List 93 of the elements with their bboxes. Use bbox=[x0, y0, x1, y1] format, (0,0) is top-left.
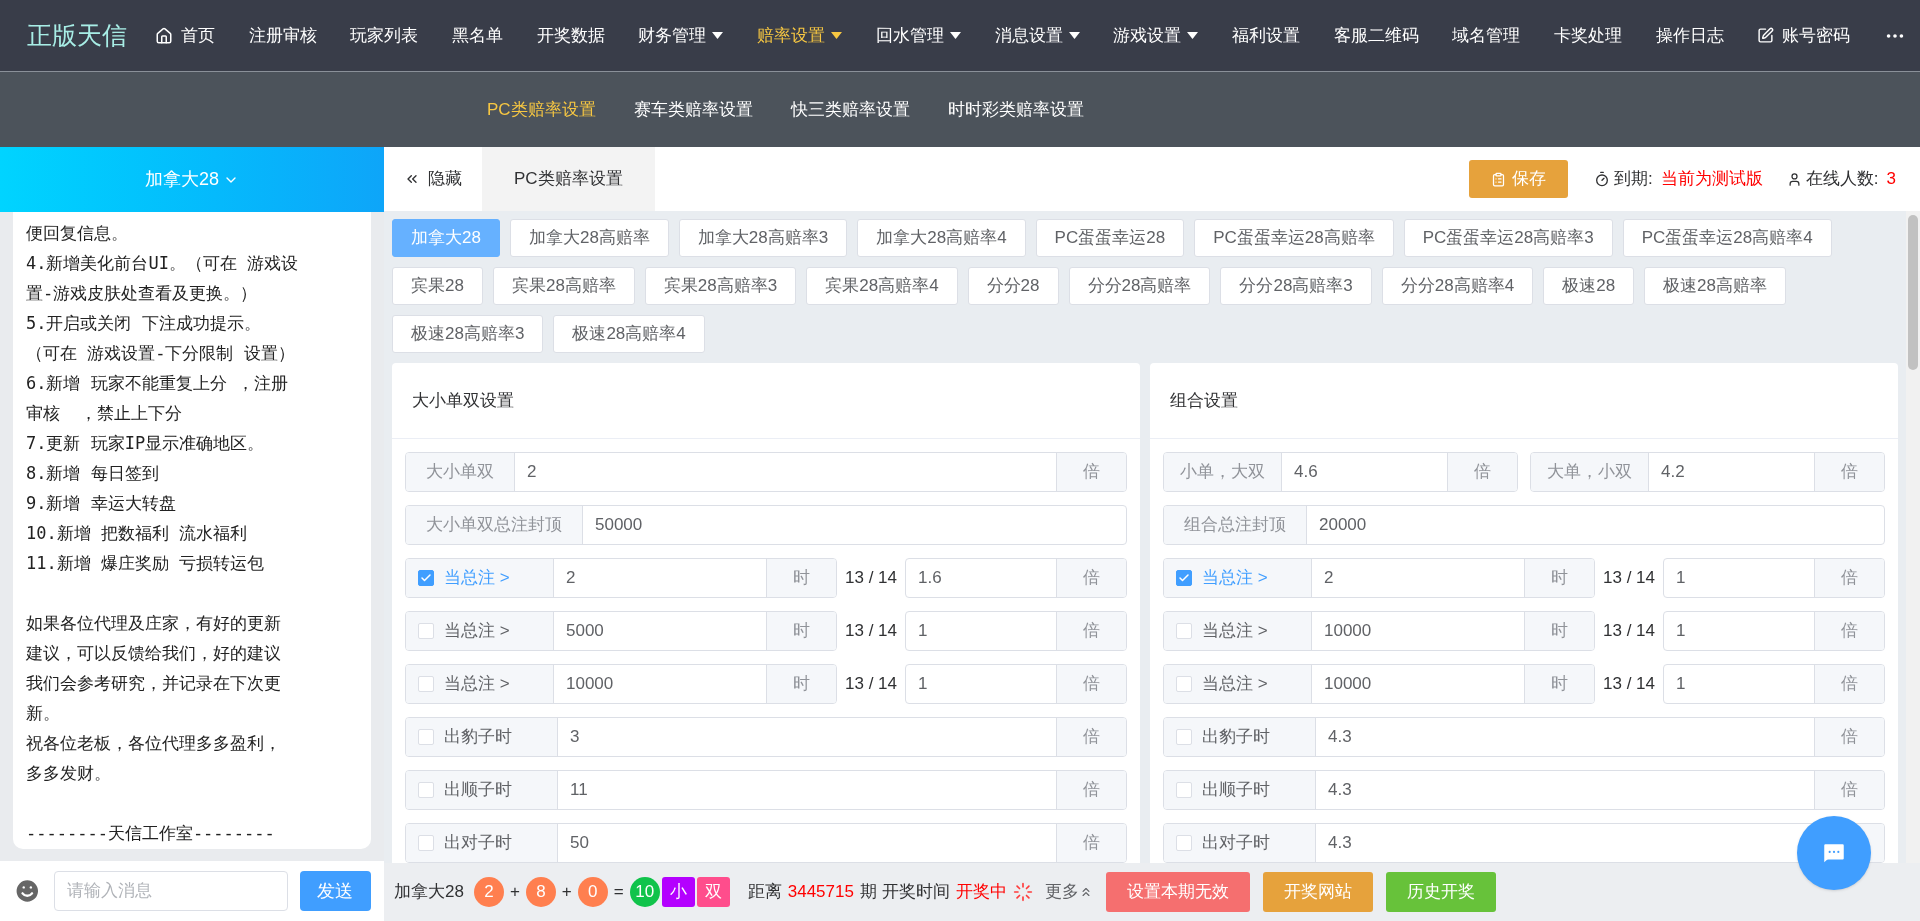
edit-icon bbox=[1757, 27, 1775, 44]
draw-time-label: 期 开奖时间 bbox=[859, 881, 950, 904]
spinner-icon bbox=[1012, 882, 1033, 902]
online-label: 在线人数: bbox=[1805, 168, 1879, 191]
nav-item[interactable]: 福利设置 bbox=[1231, 22, 1300, 49]
game-chip[interactable]: 宾果28高赔率 bbox=[492, 267, 635, 305]
notice-line: --------天信工作室-------- bbox=[26, 822, 276, 845]
ratio-text: 13 / 14 bbox=[844, 620, 898, 643]
nav-item[interactable]: 开奖数据 bbox=[536, 22, 605, 49]
game-chip[interactable]: PC蛋蛋幸运28 bbox=[1035, 219, 1185, 257]
notice-line: 多多发财。 bbox=[26, 762, 112, 785]
result-tag: 双 bbox=[696, 877, 730, 907]
game-chip[interactable]: 极速28 bbox=[1543, 267, 1635, 305]
more-button[interactable]: 更多 bbox=[1044, 879, 1093, 905]
nav-item[interactable]: 赔率设置 bbox=[757, 22, 843, 49]
home-icon bbox=[155, 26, 173, 45]
ratio-text: 13 / 14 bbox=[1602, 673, 1656, 696]
notice-line: 新。 bbox=[26, 702, 61, 725]
notice-line: 9.新增 幸运大转盘 bbox=[26, 492, 177, 515]
game-chip[interactable]: 加拿大28高赔率3 bbox=[678, 219, 848, 257]
sidebar-title: 加拿大28 bbox=[145, 168, 219, 191]
clipboard-icon bbox=[1491, 171, 1507, 187]
nav-item[interactable]: 黑名单 bbox=[452, 22, 504, 49]
notice-line: 4.新增美化前台UI。（可在 游戏设 bbox=[26, 252, 300, 275]
ratio-text: 13 / 14 bbox=[1602, 567, 1656, 590]
notice-line: 5.开启或关闭 下注成功提示。 bbox=[26, 312, 262, 335]
game-chip[interactable]: 宾果28高赔率4 bbox=[806, 267, 958, 305]
operator-text: + bbox=[561, 881, 572, 904]
draw-status: 开奖中 bbox=[955, 881, 1007, 904]
nav-item[interactable]: 玩家列表 bbox=[350, 22, 419, 49]
notice-line: 审核 ，禁止上下分 bbox=[26, 402, 184, 425]
scrollbar[interactable] bbox=[1906, 211, 1920, 863]
sub-nav-item[interactable]: 时时彩类赔率设置 bbox=[947, 96, 1084, 123]
nav-item[interactable]: 游戏设置 bbox=[1113, 22, 1199, 49]
nav-item[interactable]: 注册审核 bbox=[248, 22, 317, 49]
nav-item[interactable]: 域名管理 bbox=[1452, 22, 1521, 49]
game-chip[interactable]: 分分28 bbox=[967, 267, 1059, 305]
game-chip[interactable]: 加拿大28高赔率4 bbox=[857, 219, 1026, 257]
result-tag: 小 bbox=[661, 877, 695, 907]
game-chip[interactable]: PC蛋蛋幸运28高赔率 bbox=[1194, 219, 1394, 257]
notice-line: 11.新增 爆庄奖励 亏损转运包 bbox=[26, 552, 266, 575]
game-chip[interactable]: 分分28高赔率3 bbox=[1220, 267, 1372, 305]
game-name: 加拿大28 bbox=[394, 881, 464, 904]
game-chip[interactable]: 分分28高赔率 bbox=[1068, 267, 1211, 305]
page-tab[interactable]: PC类赔率设置 bbox=[482, 147, 655, 211]
notice-line: 如果各位代理及庄家，有好的更新 bbox=[26, 612, 282, 635]
sub-nav-item[interactable]: 赛车类赔率设置 bbox=[633, 96, 753, 123]
online-count: 3 bbox=[1886, 168, 1896, 191]
notice-line: 置-游戏皮肤处查看及更换。） bbox=[26, 282, 259, 305]
brand-logo: 正版天信 bbox=[26, 19, 128, 52]
hide-button[interactable]: 隐藏 bbox=[384, 147, 482, 211]
game-chip[interactable]: PC蛋蛋幸运28高赔率3 bbox=[1403, 219, 1613, 257]
nav-item[interactable]: 首页 bbox=[155, 22, 215, 49]
game-chip[interactable]: PC蛋蛋幸运28高赔率4 bbox=[1622, 219, 1832, 257]
notice-line: （可在 游戏设置-下分限制 设置） bbox=[26, 342, 296, 365]
distance-label: 距离 bbox=[747, 881, 782, 904]
sub-nav-item[interactable]: PC类赔率设置 bbox=[487, 96, 596, 123]
notice-line: 我们会参考研究，并记录在下次更 bbox=[26, 672, 282, 695]
game-chip[interactable]: 极速28高赔率4 bbox=[553, 315, 705, 353]
nav-item[interactable]: 回水管理 bbox=[875, 22, 961, 49]
period-number: 3445715 bbox=[787, 881, 854, 904]
panel-title: 大小单双设置 bbox=[412, 389, 514, 412]
expiry-value: 当前为测试版 bbox=[1660, 168, 1763, 191]
notice-line: 6.新增 玩家不能重复上分 ，注册 bbox=[26, 372, 289, 395]
nav-item[interactable]: 财务管理 bbox=[638, 22, 724, 49]
ratio-text: 13 / 14 bbox=[1602, 620, 1656, 643]
timer-icon bbox=[1594, 171, 1611, 187]
notice-line: 8.新增 每日签到 bbox=[26, 462, 160, 485]
notice-line: 祝各位老板，各位代理多多盈利， bbox=[26, 732, 282, 755]
game-chip[interactable]: 极速28高赔率3 bbox=[392, 315, 544, 353]
nav-item[interactable]: 卡奖处理 bbox=[1553, 22, 1622, 49]
ratio-text: 13 / 14 bbox=[844, 567, 898, 590]
user-icon bbox=[1786, 171, 1802, 187]
nav-item[interactable]: 账号密码 bbox=[1757, 22, 1851, 49]
game-chip[interactable]: 极速28高赔率 bbox=[1644, 267, 1787, 305]
nav-item[interactable]: 消息设置 bbox=[994, 22, 1080, 49]
notice-line: 10.新增 把数福利 流水福利 bbox=[26, 522, 249, 545]
expiry-label: 到期: bbox=[1614, 168, 1653, 191]
nav-item[interactable]: 客服二维码 bbox=[1333, 22, 1419, 49]
panel-title: 组合设置 bbox=[1170, 389, 1238, 412]
game-chip[interactable]: 宾果28 bbox=[392, 267, 483, 305]
operator-text: + bbox=[509, 881, 520, 904]
operator-text: = bbox=[613, 881, 624, 904]
game-chip[interactable]: 宾果28高赔率3 bbox=[644, 267, 797, 305]
notice-line: 7.更新 玩家IP显示准确地区。 bbox=[26, 432, 266, 455]
message-input[interactable]: 请输入消息 bbox=[53, 871, 288, 911]
notice-line: 建议，可以反馈给我们，好的建议 bbox=[26, 642, 282, 665]
notice-line: 便回复信息。 bbox=[26, 222, 129, 245]
ratio-text: 13 / 14 bbox=[844, 673, 898, 696]
game-chip[interactable]: 分分28高赔率4 bbox=[1381, 267, 1534, 305]
sub-nav-item[interactable]: 快三类赔率设置 bbox=[790, 96, 910, 123]
nav-item[interactable]: 操作日志 bbox=[1655, 22, 1724, 49]
game-chip[interactable]: 加拿大28高赔率 bbox=[509, 219, 669, 257]
